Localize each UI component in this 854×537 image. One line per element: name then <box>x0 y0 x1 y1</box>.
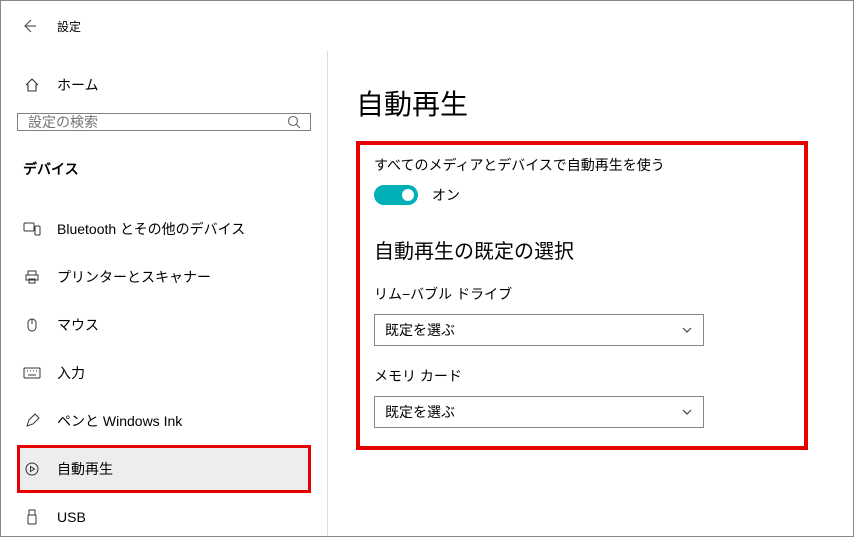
autoplay-icon <box>23 461 41 477</box>
removable-drive-label: リム−バブル ドライブ <box>374 284 788 304</box>
printer-icon <box>23 269 41 285</box>
sidebar: ホーム デバイス Bluetooth とその他のデバイス <box>1 51 328 536</box>
sidebar-item-label: ペンと Windows Ink <box>57 411 182 431</box>
search-icon <box>286 114 302 130</box>
chevron-down-icon <box>681 406 693 418</box>
sidebar-item-autoplay[interactable]: 自動再生 <box>17 445 311 493</box>
keyboard-icon <box>23 367 41 379</box>
toggle-row: オン <box>374 185 788 205</box>
sidebar-item-printers[interactable]: プリンターとスキャナー <box>17 253 311 301</box>
chevron-down-icon <box>681 324 693 336</box>
pen-icon <box>23 413 41 429</box>
highlighted-panel: すべてのメディアとデバイスで自動再生を使う オン 自動再生の既定の選択 リム−バ… <box>356 141 808 450</box>
settings-window: 設定 ホーム デバイス <box>0 0 854 537</box>
memory-card-dropdown[interactable]: 既定を選ぶ <box>374 396 704 428</box>
sidebar-item-label: USB <box>57 509 86 525</box>
sidebar-group-header: デバイス <box>17 159 311 179</box>
sidebar-nav: Bluetooth とその他のデバイス プリンターとスキャナー マウス <box>17 205 311 536</box>
defaults-heading: 自動再生の既定の選択 <box>374 235 788 264</box>
body: ホーム デバイス Bluetooth とその他のデバイス <box>1 51 853 536</box>
sidebar-item-label: プリンターとスキャナー <box>57 267 211 287</box>
usb-icon <box>23 509 41 525</box>
mouse-icon <box>23 317 41 333</box>
sidebar-home-label: ホーム <box>57 75 99 95</box>
dropdown-value: 既定を選ぶ <box>385 320 455 340</box>
search-input-wrapper[interactable] <box>17 113 311 131</box>
back-button[interactable] <box>19 16 39 36</box>
removable-drive-dropdown[interactable]: 既定を選ぶ <box>374 314 704 346</box>
sidebar-item-usb[interactable]: USB <box>17 493 311 536</box>
dropdown-value: 既定を選ぶ <box>385 402 455 422</box>
toggle-state-label: オン <box>432 185 460 205</box>
toggle-knob <box>402 189 414 201</box>
sidebar-item-label: Bluetooth とその他のデバイス <box>57 219 245 239</box>
home-icon <box>23 77 41 93</box>
sidebar-item-label: 自動再生 <box>57 459 113 479</box>
search-input[interactable] <box>28 114 286 130</box>
sidebar-item-typing[interactable]: 入力 <box>17 349 311 397</box>
sidebar-item-pen[interactable]: ペンと Windows Ink <box>17 397 311 445</box>
sidebar-item-label: マウス <box>57 315 99 335</box>
sidebar-item-bluetooth[interactable]: Bluetooth とその他のデバイス <box>17 205 311 253</box>
page-title: 自動再生 <box>356 83 833 123</box>
memory-card-label: メモリ カード <box>374 366 788 386</box>
sidebar-home[interactable]: ホーム <box>17 65 311 105</box>
window-header: 設定 <box>1 1 853 51</box>
sidebar-item-label: 入力 <box>57 363 85 383</box>
content-area: 自動再生 すべてのメディアとデバイスで自動再生を使う オン 自動再生の既定の選択… <box>328 51 853 536</box>
sidebar-item-mouse[interactable]: マウス <box>17 301 311 349</box>
back-arrow-icon <box>21 18 37 34</box>
app-title: 設定 <box>57 18 81 35</box>
devices-icon <box>23 222 41 236</box>
use-autoplay-label: すべてのメディアとデバイスで自動再生を使う <box>374 155 788 175</box>
autoplay-toggle[interactable] <box>374 185 418 205</box>
